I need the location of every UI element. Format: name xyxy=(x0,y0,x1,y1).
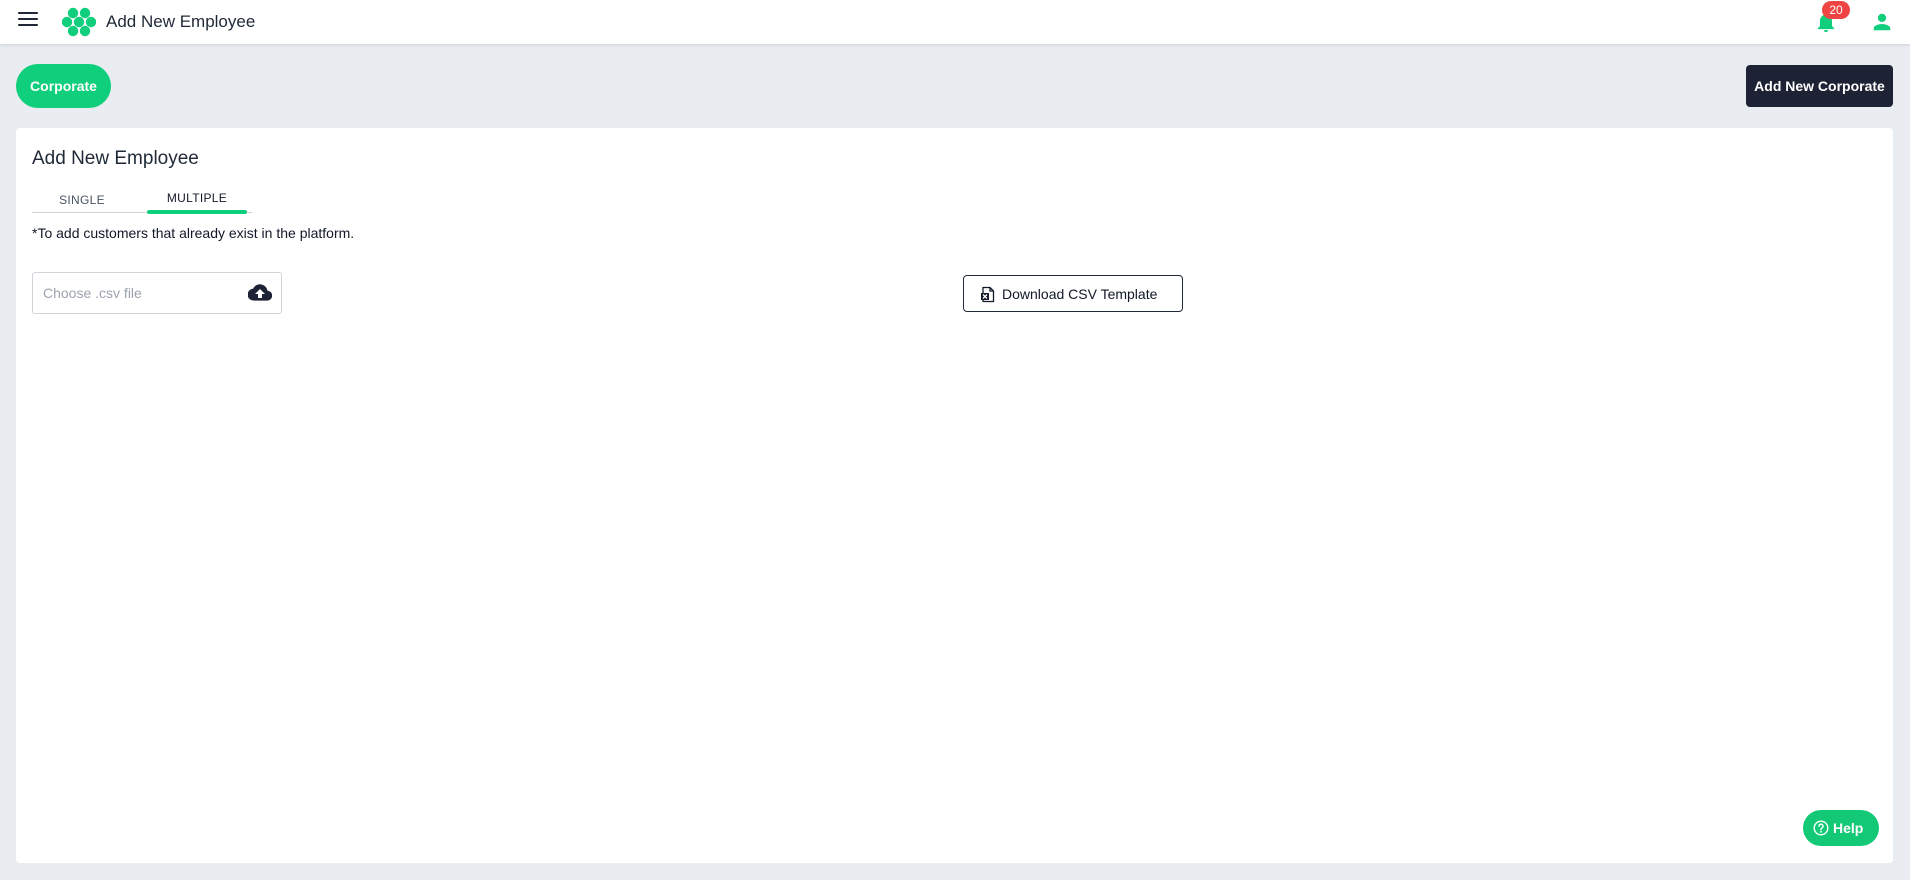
menu-icon[interactable] xyxy=(18,12,38,32)
excel-icon xyxy=(981,286,995,303)
download-csv-label: Download CSV Template xyxy=(1002,286,1158,302)
file-input-placeholder: Choose .csv file xyxy=(43,285,142,301)
help-button[interactable]: Help xyxy=(1803,810,1879,846)
csv-file-input[interactable]: Choose .csv file xyxy=(32,272,282,314)
corporate-button[interactable]: Corporate xyxy=(16,64,111,108)
user-icon[interactable] xyxy=(1871,11,1893,33)
tab-single[interactable]: SINGLE xyxy=(32,186,132,215)
logo-icon xyxy=(62,7,96,37)
active-tab-indicator xyxy=(147,210,247,214)
download-csv-template-button[interactable]: Download CSV Template xyxy=(963,275,1183,312)
notification-badge: 20 xyxy=(1822,1,1850,19)
add-new-corporate-button[interactable]: Add New Corporate xyxy=(1746,65,1893,107)
question-icon xyxy=(1813,820,1829,836)
employee-form-card: Add New Employee SINGLE MULTIPLE *To add… xyxy=(16,128,1893,863)
top-bar: Add New Employee 20 xyxy=(0,0,1910,44)
card-title: Add New Employee xyxy=(32,148,199,169)
page-title: Add New Employee xyxy=(106,12,256,31)
tab-multiple[interactable]: MULTIPLE xyxy=(147,184,247,213)
upload-cloud-icon[interactable] xyxy=(248,283,272,303)
help-label: Help xyxy=(1833,820,1864,836)
info-note: *To add customers that already exist in … xyxy=(32,225,355,241)
tab-bar: SINGLE MULTIPLE xyxy=(32,184,252,215)
